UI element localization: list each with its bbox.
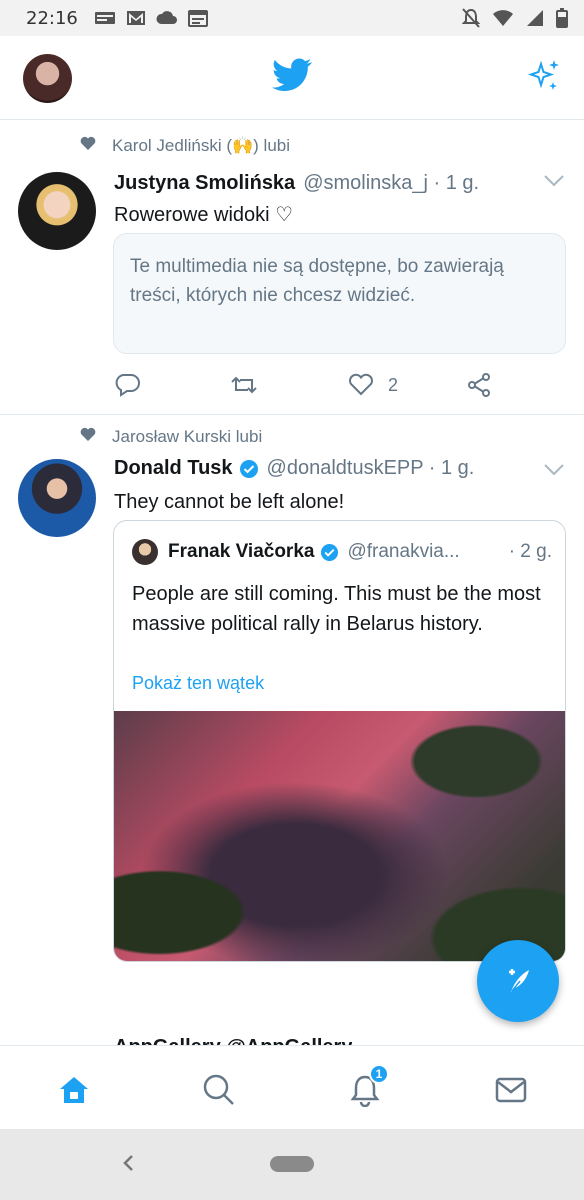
author-handle: @donaldtuskEPP · 1 g. <box>266 457 475 479</box>
heart-small-icon <box>80 427 96 447</box>
gmail-icon <box>126 10 146 26</box>
quote-text: People are still coming. This must be th… <box>132 583 541 635</box>
status-bar: 22:16 <box>0 0 584 36</box>
nav-home[interactable] <box>54 1070 94 1110</box>
like-button[interactable]: 2 <box>348 373 398 397</box>
author-name[interactable]: Justyna Smolińska <box>114 172 295 195</box>
author-name[interactable]: Donald Tusk <box>114 457 233 480</box>
quote-author-handle: @franakvia... <box>347 541 460 562</box>
nav-notifications[interactable]: 1 <box>345 1064 389 1110</box>
retweet-button[interactable] <box>230 374 272 396</box>
verified-icon <box>320 543 339 562</box>
profile-avatar[interactable] <box>23 54 72 103</box>
rally-crowd-image[interactable] <box>114 711 565 961</box>
quote-header: Franak Viačorka @franakvia... · 2 g. <box>132 539 552 565</box>
chevron-down-icon[interactable] <box>543 463 565 482</box>
quote-time: · 2 g. <box>508 541 552 562</box>
nav-search[interactable] <box>199 1070 239 1110</box>
author-handle: @smolinska_j · 1 g. <box>303 172 480 194</box>
sensitive-media-text: Te multimedia nie są dostępne, bo zawier… <box>130 256 504 306</box>
heart-icon <box>349 373 373 396</box>
sensitive-media-notice[interactable]: Te multimedia nie są dostępne, bo zawier… <box>113 233 566 354</box>
social-context: Karol Jedliński (🙌) lubi <box>80 136 290 156</box>
like-count: 2 <box>388 374 399 395</box>
quote-author-name: Franak Viačorka <box>168 541 315 562</box>
quoted-tweet[interactable]: Franak Viačorka @franakvia... · 2 g. Peo… <box>113 520 566 962</box>
bottom-navigation: 1 <box>0 1045 584 1129</box>
news-icon <box>94 10 116 26</box>
status-time: 22:16 <box>26 7 78 29</box>
calendar-icon <box>187 9 208 27</box>
share-icon <box>474 377 484 393</box>
divider <box>0 414 584 415</box>
wifi-icon <box>492 9 514 27</box>
tweet-text: Rowerowe widoki ♡ <box>114 204 294 226</box>
compose-feather-icon <box>509 969 529 992</box>
home-pill[interactable] <box>270 1156 314 1172</box>
reply-icon <box>115 374 140 397</box>
chevron-down-icon[interactable] <box>543 174 565 193</box>
verified-icon <box>239 459 259 479</box>
nav-messages[interactable] <box>491 1070 531 1110</box>
social-context-text: Karol Jedliński (🙌) lubi <box>112 136 291 155</box>
top-app-bar <box>0 36 584 120</box>
social-context-text: Jarosław Kurski lubi <box>112 427 263 446</box>
sparkle-icon[interactable] <box>527 58 563 99</box>
show-thread-link[interactable]: Pokaż ten wątek <box>132 673 264 694</box>
avatar[interactable] <box>18 172 96 250</box>
share-button[interactable] <box>466 372 492 398</box>
social-context: Jarosław Kurski lubi <box>80 427 262 447</box>
tweet-header: Justyna Smolińska @smolinska_j · 1 g. <box>114 172 479 195</box>
compose-tweet-button[interactable] <box>477 940 559 1022</box>
system-navigation-bar <box>0 1129 584 1200</box>
battery-icon <box>556 8 568 28</box>
heart-small-icon <box>80 136 96 156</box>
reply-button[interactable] <box>114 373 154 397</box>
do-not-disturb-icon <box>462 8 480 28</box>
tweet-text: They cannot be left alone! <box>114 491 345 513</box>
avatar[interactable] <box>18 459 96 537</box>
back-chevron-icon[interactable] <box>120 1153 136 1178</box>
retweet-icon <box>231 376 257 394</box>
cloud-icon <box>156 10 178 26</box>
messages-icon <box>495 1077 527 1103</box>
tweet-actions: 2 <box>114 370 514 400</box>
search-icon <box>203 1074 234 1105</box>
tweet-header: Donald Tusk @donaldtuskEPP · 1 g. <box>114 457 474 480</box>
avatar[interactable] <box>132 539 158 565</box>
signal-icon <box>526 9 544 27</box>
home-icon <box>60 1077 88 1103</box>
twitter-bird-icon <box>272 58 312 97</box>
notification-badge: 1 <box>369 1064 389 1084</box>
